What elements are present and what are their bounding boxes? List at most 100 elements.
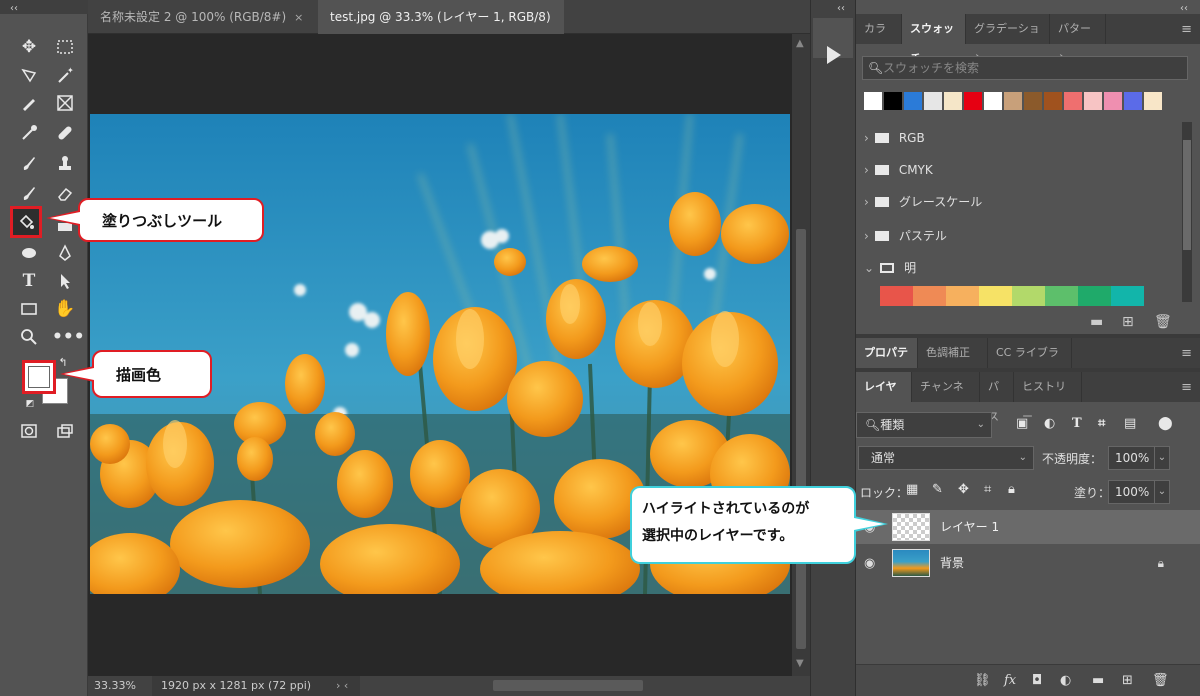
path-selection-tool-icon[interactable] (52, 268, 78, 294)
adjustment-layer-icon[interactable]: ◐ (1060, 673, 1071, 688)
swatch-chip[interactable] (1045, 286, 1078, 306)
new-group-icon[interactable]: ▬ (1092, 673, 1104, 688)
swatch-chip[interactable] (864, 92, 882, 110)
tab-swatches[interactable]: スウォッチ (902, 14, 966, 65)
add-mask-icon[interactable]: ◘ (1032, 673, 1042, 688)
pen-tool-icon[interactable] (52, 240, 78, 266)
tab-properties[interactable]: プロパティ (856, 338, 918, 389)
brush-tool-icon[interactable] (16, 150, 42, 176)
swatch-chip[interactable] (1064, 92, 1082, 110)
swatch-chip[interactable] (1078, 286, 1111, 306)
tab-pattern[interactable]: パターン (1050, 14, 1106, 65)
lock-artboard-icon[interactable]: ⌗ (984, 482, 991, 497)
panel-menu-icon[interactable]: ≡ (1181, 380, 1192, 395)
swatch-chip[interactable] (1024, 92, 1042, 110)
filter-shape-icon[interactable]: ⌗ (1098, 416, 1105, 431)
fx-icon[interactable]: fx (1004, 673, 1016, 688)
quick-mask-icon[interactable] (16, 418, 42, 444)
vertical-scrollbar[interactable]: ▲ ▼ (792, 34, 810, 676)
swatch-chip[interactable] (1144, 92, 1162, 110)
swatch-chip[interactable] (913, 286, 946, 306)
swatch-chip[interactable] (1111, 286, 1144, 306)
layer-row-layer-1[interactable]: ◉ レイヤー 1 (856, 510, 1200, 544)
filter-type-icon[interactable]: T (1072, 416, 1082, 431)
blend-mode-select[interactable]: 通常 ⌄ (858, 446, 1034, 470)
tools-collapse-icon[interactable]: ‹‹ (10, 3, 18, 14)
tab-cc-libraries[interactable]: CC ライブラリ (988, 338, 1072, 389)
fill-dropdown[interactable]: ⌄ (1154, 480, 1170, 504)
status-nav-arrows[interactable]: › ‹ (336, 676, 348, 696)
swatch-chip[interactable] (946, 286, 979, 306)
swatch-chip[interactable] (1012, 286, 1045, 306)
lock-all-icon[interactable]: 🔒︎ (1008, 482, 1015, 497)
lock-transparent-icon[interactable]: ▦ (906, 482, 918, 497)
scroll-up-icon[interactable]: ▲ (796, 38, 804, 49)
pen-like-tool-icon[interactable] (16, 90, 42, 116)
swatch-chip[interactable] (884, 92, 902, 110)
frame-tool-icon[interactable] (52, 90, 78, 116)
swatch-chip[interactable] (904, 92, 922, 110)
delete-layer-icon[interactable]: 🗑︎ (1152, 673, 1169, 688)
eye-icon[interactable]: ◉ (864, 556, 875, 571)
filter-smart-object-icon[interactable]: ▤ (1124, 416, 1136, 431)
trash-icon[interactable]: 🗑︎ (1154, 314, 1172, 330)
scroll-down-icon[interactable]: ▼ (796, 658, 804, 669)
stamp-tool-icon[interactable] (52, 150, 78, 176)
swatches-scroll-thumb[interactable] (1183, 140, 1191, 250)
tab-layers[interactable]: レイヤー (856, 372, 912, 423)
panel-menu-icon[interactable]: ≡ (1181, 22, 1192, 37)
hand-tool-icon[interactable]: ✋ (52, 296, 78, 322)
default-colors-icon[interactable]: ◩ (22, 396, 38, 412)
folder-cmyk[interactable]: › CMYK (864, 156, 933, 184)
panel-menu-icon[interactable]: ≡ (1181, 346, 1192, 361)
swatch-chip[interactable] (944, 92, 962, 110)
swatch-chip[interactable] (1004, 92, 1022, 110)
folder-bright[interactable]: ⌄ 明 (864, 254, 916, 282)
eyedropper-tool-icon[interactable] (16, 120, 42, 146)
paint-bucket-tool-icon[interactable] (10, 206, 42, 238)
tab-adjustments[interactable]: 色調補正 (918, 338, 988, 368)
rectangle-tool-icon[interactable] (16, 296, 42, 322)
healing-brush-tool-icon[interactable] (52, 120, 78, 146)
filter-pixel-icon[interactable]: ▣ (1016, 416, 1028, 431)
layer-row-background[interactable]: ◉ 背景 🔒︎ (856, 546, 1200, 580)
zoom-tool-icon[interactable] (16, 324, 42, 350)
marquee-tool-icon[interactable] (52, 34, 78, 60)
swatch-chip[interactable] (880, 286, 913, 306)
swatch-chip[interactable] (924, 92, 942, 110)
filter-adjustment-icon[interactable]: ◐ (1044, 416, 1055, 431)
strip-collapse-icon[interactable]: ‹‹ (837, 3, 845, 14)
screen-mode-icon[interactable] (52, 418, 78, 444)
folder-pastel[interactable]: › パステル (864, 222, 947, 250)
opacity-dropdown[interactable]: ⌄ (1154, 446, 1170, 470)
tab-gradient[interactable]: グラデーション (966, 14, 1050, 65)
foreground-color-swatch[interactable] (22, 360, 56, 394)
tab-paths[interactable]: パス (980, 372, 1014, 423)
folder-rgb[interactable]: › RGB (864, 124, 925, 152)
layer-filter-select[interactable]: 🔍︎種類 ⌄ (856, 412, 992, 438)
swatch-chip[interactable] (1124, 92, 1142, 110)
eraser-tool-icon[interactable] (52, 180, 78, 206)
swatch-chip[interactable] (1044, 92, 1062, 110)
swatch-chip[interactable] (1104, 92, 1122, 110)
lasso-tool-icon[interactable] (16, 62, 42, 88)
tab-channels[interactable]: チャンネル (912, 372, 980, 423)
new-swatch-icon[interactable]: ⊞ (1122, 314, 1134, 330)
lock-pixels-icon[interactable]: ✎ (932, 482, 943, 497)
tab-color[interactable]: カラー (856, 14, 902, 65)
new-layer-icon[interactable]: ⊞ (1122, 673, 1133, 688)
zoom-level[interactable]: 33.33% (94, 676, 136, 696)
move-tool-icon[interactable]: ✥ (16, 34, 42, 60)
swatch-chip[interactable] (964, 92, 982, 110)
tab-test-jpg[interactable]: test.jpg @ 33.3% (レイヤー 1, RGB/8) *× (318, 0, 564, 58)
vertical-scroll-thumb[interactable] (796, 229, 806, 649)
history-brush-tool-icon[interactable] (16, 180, 42, 206)
horizontal-scroll-thumb[interactable] (493, 680, 643, 691)
folder-grayscale[interactable]: › グレースケール (864, 188, 982, 216)
link-layers-icon[interactable]: ⛓︎ (974, 673, 991, 688)
swatch-chip[interactable] (984, 92, 1002, 110)
new-group-folder-icon[interactable]: ▬ (1090, 314, 1103, 330)
magic-wand-tool-icon[interactable]: ✦ (52, 62, 78, 88)
right-collapse-icon[interactable]: ‹‹ (1180, 3, 1188, 14)
lock-position-icon[interactable]: ✥ (958, 482, 969, 497)
